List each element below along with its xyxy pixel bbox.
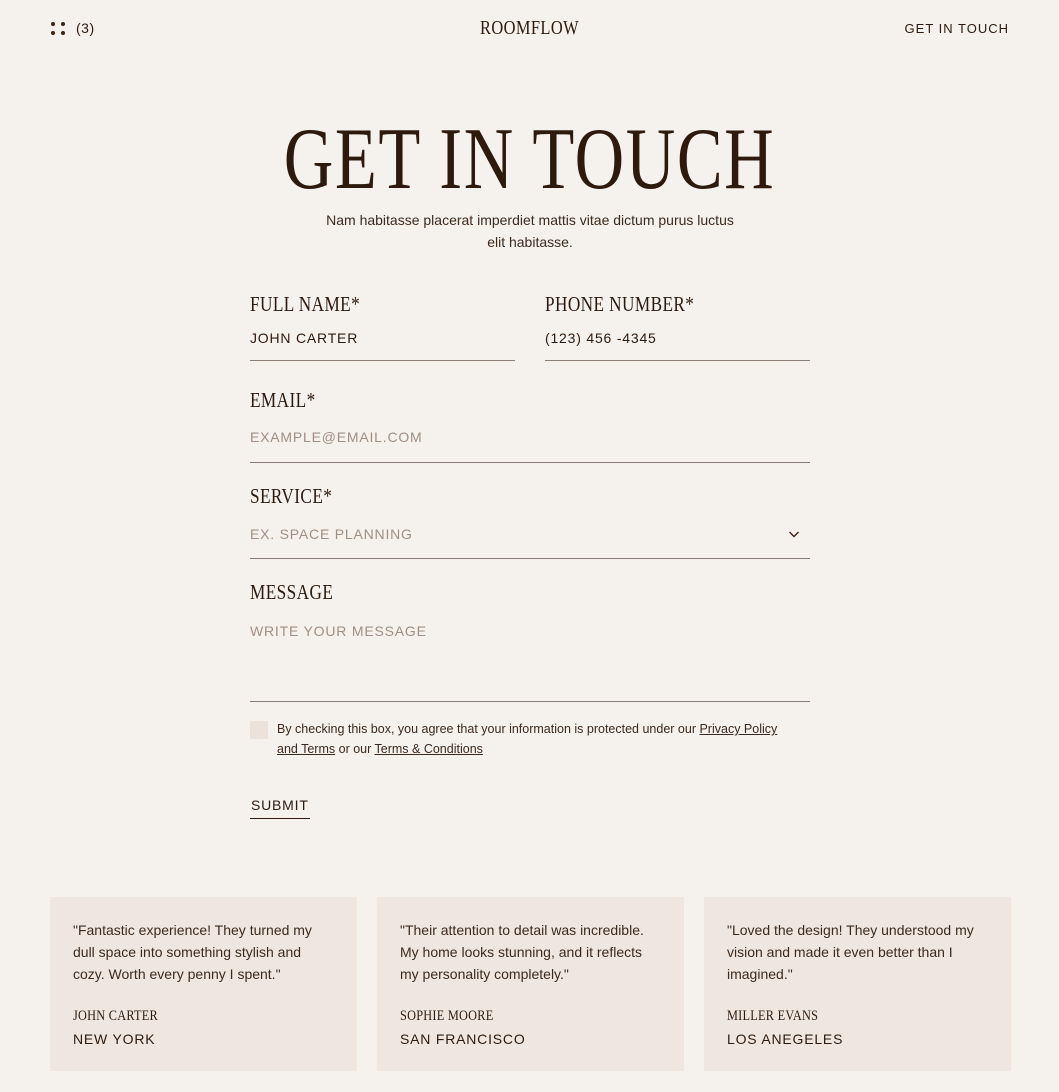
service-label: SERVICE*: [250, 484, 333, 508]
phone-label: PHONE NUMBER*: [545, 292, 695, 316]
testimonial-quote: "Loved the design! They understood my vi…: [727, 922, 974, 982]
service-select[interactable]: EX. SPACE PLANNING: [250, 526, 810, 559]
submit-button[interactable]: SUBMIT: [250, 797, 310, 819]
testimonial-city: SAN FRANCISCO: [400, 1031, 526, 1047]
site-header: (3) ROOMFLOW GET IN TOUCH: [0, 0, 1059, 60]
testimonial-author: MILLER EVANS: [727, 1008, 819, 1024]
testimonial-quote: "Fantastic experience! They turned my du…: [73, 922, 312, 982]
full-name-input[interactable]: [250, 325, 515, 361]
message-label: MESSAGE: [250, 580, 334, 604]
consent-text-middle: or our: [335, 742, 375, 756]
page-subtitle: Nam habitasse placerat imperdiet mattis …: [326, 212, 734, 250]
menu-count: (3): [76, 20, 95, 36]
consent-text-before: By checking this box, you agree that you…: [277, 722, 700, 736]
testimonial-city: LOS ANEGELES: [727, 1031, 844, 1047]
service-select-value: EX. SPACE PLANNING: [250, 526, 413, 542]
testimonial-card: "Loved the design! They understood my vi…: [704, 897, 1011, 1071]
full-name-label: FULL NAME*: [250, 292, 361, 316]
consent-checkbox[interactable]: [250, 721, 268, 739]
terms-conditions-link[interactable]: Terms & Conditions: [375, 742, 483, 756]
get-in-touch-link[interactable]: GET IN TOUCH: [905, 21, 1009, 36]
chevron-down-icon: [789, 531, 799, 538]
testimonial-card: "Their attention to detail was incredibl…: [377, 897, 684, 1071]
site-logo[interactable]: ROOMFLOW: [95, 17, 963, 40]
four-dots-icon: [50, 20, 66, 36]
consent-text: By checking this box, you agree that you…: [277, 719, 797, 759]
testimonial-city: NEW YORK: [73, 1031, 156, 1047]
page-title: GET IN TOUCH: [283, 111, 776, 208]
message-textarea[interactable]: [250, 620, 810, 702]
testimonial-quote: "Their attention to detail was incredibl…: [400, 922, 644, 982]
testimonial-card: "Fantastic experience! They turned my du…: [50, 897, 357, 1071]
email-input[interactable]: [250, 421, 810, 463]
menu-button[interactable]: (3): [50, 20, 95, 36]
phone-input[interactable]: [545, 325, 810, 361]
email-label: EMAIL*: [250, 388, 316, 412]
testimonial-author: JOHN CARTER: [73, 1008, 159, 1024]
testimonial-author: SOPHIE MOORE: [400, 1008, 494, 1024]
